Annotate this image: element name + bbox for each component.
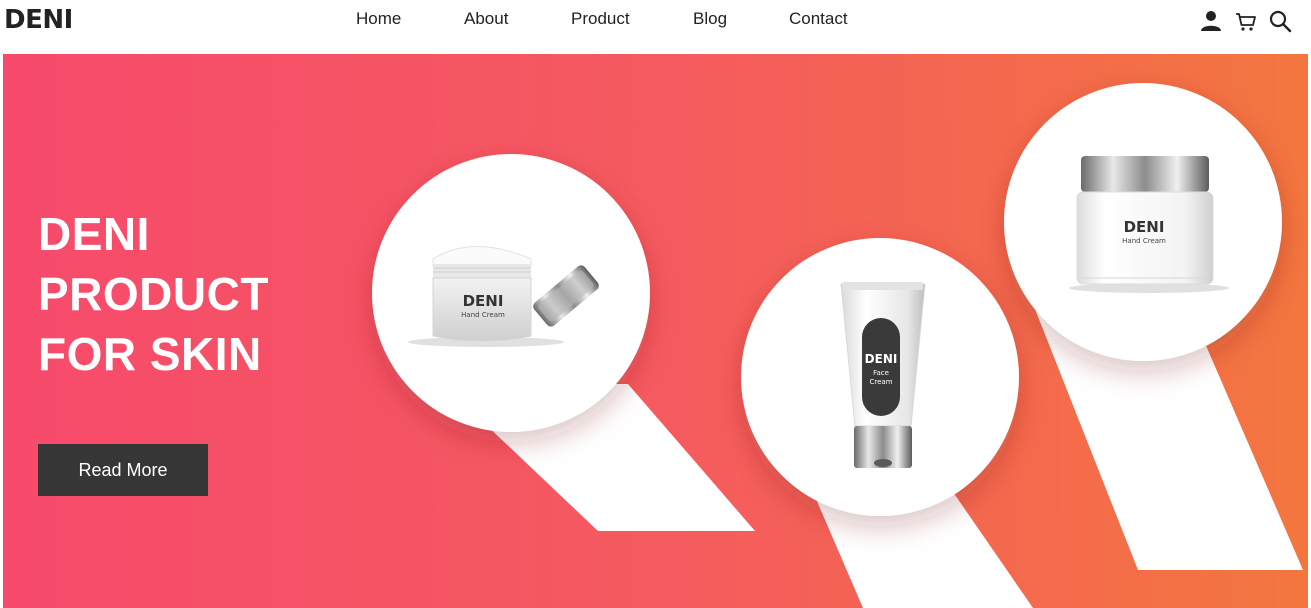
product-2-brand: DENI [865, 352, 898, 366]
product-2-name-line1: Face [873, 369, 889, 377]
user-icon[interactable] [1199, 9, 1223, 33]
hero-title: DENI PRODUCT FOR SKIN [38, 204, 269, 384]
nav-about[interactable]: About [464, 9, 508, 29]
nav-blog[interactable]: Blog [693, 9, 727, 29]
hero-title-line-3: FOR SKIN [38, 328, 262, 380]
nav-product[interactable]: Product [571, 9, 630, 29]
product-3-name: Hand Cream [1122, 237, 1166, 245]
hero-banner: DENI Hand Cream DENI Face Cream DENI Han… [3, 54, 1308, 608]
product-3-brand: DENI [1124, 218, 1165, 236]
search-icon[interactable] [1268, 9, 1292, 33]
product-2-name-line2: Cream [869, 378, 892, 386]
hero-title-line-1: DENI [38, 208, 150, 260]
read-more-button[interactable]: Read More [38, 444, 208, 496]
nav-home[interactable]: Home [356, 9, 401, 29]
site-logo[interactable]: DENI [4, 5, 73, 35]
product-1-brand: DENI [463, 292, 504, 310]
hero-title-line-2: PRODUCT [38, 268, 269, 320]
product-1-name: Hand Cream [461, 311, 505, 319]
nav-contact[interactable]: Contact [789, 9, 848, 29]
site-header: DENI Home About Product Blog Contact [0, 0, 1311, 54]
cart-icon[interactable] [1234, 9, 1258, 33]
